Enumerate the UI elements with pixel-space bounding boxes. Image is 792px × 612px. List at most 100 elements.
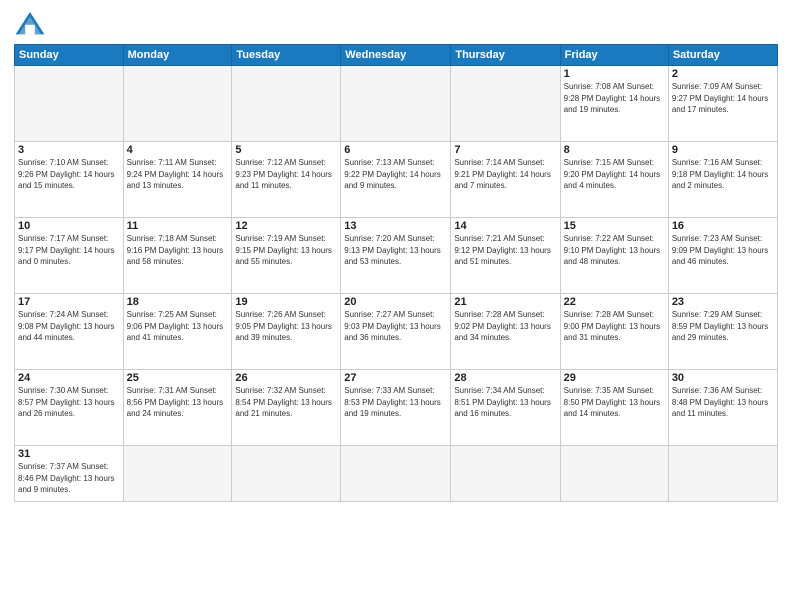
calendar-cell — [451, 66, 560, 142]
day-number: 9 — [672, 144, 774, 156]
calendar-cell — [232, 446, 341, 502]
day-number: 15 — [564, 220, 665, 232]
day-number: 3 — [18, 144, 120, 156]
weekday-header-friday: Friday — [560, 45, 668, 66]
day-info: Sunrise: 7:19 AM Sunset: 9:15 PM Dayligh… — [235, 233, 337, 268]
calendar-cell: 12Sunrise: 7:19 AM Sunset: 9:15 PM Dayli… — [232, 218, 341, 294]
day-info: Sunrise: 7:12 AM Sunset: 9:23 PM Dayligh… — [235, 157, 337, 192]
calendar-cell: 9Sunrise: 7:16 AM Sunset: 9:18 PM Daylig… — [668, 142, 777, 218]
logo-icon — [14, 10, 46, 38]
week-row-5: 31Sunrise: 7:37 AM Sunset: 8:46 PM Dayli… — [15, 446, 778, 502]
day-info: Sunrise: 7:08 AM Sunset: 9:28 PM Dayligh… — [564, 81, 665, 116]
day-info: Sunrise: 7:22 AM Sunset: 9:10 PM Dayligh… — [564, 233, 665, 268]
day-info: Sunrise: 7:37 AM Sunset: 8:46 PM Dayligh… — [18, 461, 120, 496]
day-info: Sunrise: 7:25 AM Sunset: 9:06 PM Dayligh… — [127, 309, 229, 344]
calendar-cell: 24Sunrise: 7:30 AM Sunset: 8:57 PM Dayli… — [15, 370, 124, 446]
week-row-1: 3Sunrise: 7:10 AM Sunset: 9:26 PM Daylig… — [15, 142, 778, 218]
weekday-header-sunday: Sunday — [15, 45, 124, 66]
day-info: Sunrise: 7:20 AM Sunset: 9:13 PM Dayligh… — [344, 233, 447, 268]
calendar-cell: 28Sunrise: 7:34 AM Sunset: 8:51 PM Dayli… — [451, 370, 560, 446]
day-number: 23 — [672, 296, 774, 308]
day-info: Sunrise: 7:16 AM Sunset: 9:18 PM Dayligh… — [672, 157, 774, 192]
calendar-cell: 31Sunrise: 7:37 AM Sunset: 8:46 PM Dayli… — [15, 446, 124, 502]
day-number: 24 — [18, 372, 120, 384]
calendar-cell: 23Sunrise: 7:29 AM Sunset: 8:59 PM Dayli… — [668, 294, 777, 370]
day-info: Sunrise: 7:28 AM Sunset: 9:02 PM Dayligh… — [454, 309, 556, 344]
calendar-cell: 26Sunrise: 7:32 AM Sunset: 8:54 PM Dayli… — [232, 370, 341, 446]
calendar-cell: 27Sunrise: 7:33 AM Sunset: 8:53 PM Dayli… — [341, 370, 451, 446]
day-number: 1 — [564, 68, 665, 80]
day-info: Sunrise: 7:34 AM Sunset: 8:51 PM Dayligh… — [454, 385, 556, 420]
day-number: 18 — [127, 296, 229, 308]
day-info: Sunrise: 7:14 AM Sunset: 9:21 PM Dayligh… — [454, 157, 556, 192]
day-info: Sunrise: 7:30 AM Sunset: 8:57 PM Dayligh… — [18, 385, 120, 420]
day-info: Sunrise: 7:32 AM Sunset: 8:54 PM Dayligh… — [235, 385, 337, 420]
calendar-cell — [341, 66, 451, 142]
weekday-header-row: SundayMondayTuesdayWednesdayThursdayFrid… — [15, 45, 778, 66]
day-number: 30 — [672, 372, 774, 384]
day-info: Sunrise: 7:21 AM Sunset: 9:12 PM Dayligh… — [454, 233, 556, 268]
calendar-cell: 3Sunrise: 7:10 AM Sunset: 9:26 PM Daylig… — [15, 142, 124, 218]
day-info: Sunrise: 7:29 AM Sunset: 8:59 PM Dayligh… — [672, 309, 774, 344]
day-number: 6 — [344, 144, 447, 156]
calendar-cell — [560, 446, 668, 502]
day-info: Sunrise: 7:24 AM Sunset: 9:08 PM Dayligh… — [18, 309, 120, 344]
week-row-0: 1Sunrise: 7:08 AM Sunset: 9:28 PM Daylig… — [15, 66, 778, 142]
day-info: Sunrise: 7:36 AM Sunset: 8:48 PM Dayligh… — [672, 385, 774, 420]
day-info: Sunrise: 7:15 AM Sunset: 9:20 PM Dayligh… — [564, 157, 665, 192]
day-number: 5 — [235, 144, 337, 156]
day-number: 26 — [235, 372, 337, 384]
calendar-cell — [232, 66, 341, 142]
calendar-cell: 16Sunrise: 7:23 AM Sunset: 9:09 PM Dayli… — [668, 218, 777, 294]
page: SundayMondayTuesdayWednesdayThursdayFrid… — [0, 0, 792, 612]
day-info: Sunrise: 7:27 AM Sunset: 9:03 PM Dayligh… — [344, 309, 447, 344]
calendar-cell: 20Sunrise: 7:27 AM Sunset: 9:03 PM Dayli… — [341, 294, 451, 370]
day-number: 25 — [127, 372, 229, 384]
calendar-cell: 4Sunrise: 7:11 AM Sunset: 9:24 PM Daylig… — [123, 142, 232, 218]
calendar-cell: 30Sunrise: 7:36 AM Sunset: 8:48 PM Dayli… — [668, 370, 777, 446]
day-info: Sunrise: 7:31 AM Sunset: 8:56 PM Dayligh… — [127, 385, 229, 420]
calendar-cell: 15Sunrise: 7:22 AM Sunset: 9:10 PM Dayli… — [560, 218, 668, 294]
week-row-3: 17Sunrise: 7:24 AM Sunset: 9:08 PM Dayli… — [15, 294, 778, 370]
day-number: 19 — [235, 296, 337, 308]
weekday-header-thursday: Thursday — [451, 45, 560, 66]
calendar-cell: 8Sunrise: 7:15 AM Sunset: 9:20 PM Daylig… — [560, 142, 668, 218]
day-number: 4 — [127, 144, 229, 156]
day-number: 20 — [344, 296, 447, 308]
day-number: 17 — [18, 296, 120, 308]
day-number: 8 — [564, 144, 665, 156]
calendar-cell — [123, 66, 232, 142]
calendar-cell — [451, 446, 560, 502]
day-info: Sunrise: 7:18 AM Sunset: 9:16 PM Dayligh… — [127, 233, 229, 268]
calendar-cell: 7Sunrise: 7:14 AM Sunset: 9:21 PM Daylig… — [451, 142, 560, 218]
calendar-cell: 5Sunrise: 7:12 AM Sunset: 9:23 PM Daylig… — [232, 142, 341, 218]
calendar-cell — [123, 446, 232, 502]
day-info: Sunrise: 7:09 AM Sunset: 9:27 PM Dayligh… — [672, 81, 774, 116]
calendar-cell: 6Sunrise: 7:13 AM Sunset: 9:22 PM Daylig… — [341, 142, 451, 218]
calendar-cell: 2Sunrise: 7:09 AM Sunset: 9:27 PM Daylig… — [668, 66, 777, 142]
day-number: 2 — [672, 68, 774, 80]
day-info: Sunrise: 7:23 AM Sunset: 9:09 PM Dayligh… — [672, 233, 774, 268]
calendar-cell: 19Sunrise: 7:26 AM Sunset: 9:05 PM Dayli… — [232, 294, 341, 370]
calendar-cell: 10Sunrise: 7:17 AM Sunset: 9:17 PM Dayli… — [15, 218, 124, 294]
day-number: 16 — [672, 220, 774, 232]
day-number: 11 — [127, 220, 229, 232]
day-number: 22 — [564, 296, 665, 308]
day-number: 31 — [18, 448, 120, 460]
day-number: 21 — [454, 296, 556, 308]
weekday-header-monday: Monday — [123, 45, 232, 66]
header-area — [14, 10, 778, 38]
calendar-cell: 11Sunrise: 7:18 AM Sunset: 9:16 PM Dayli… — [123, 218, 232, 294]
week-row-4: 24Sunrise: 7:30 AM Sunset: 8:57 PM Dayli… — [15, 370, 778, 446]
day-number: 10 — [18, 220, 120, 232]
calendar-cell: 13Sunrise: 7:20 AM Sunset: 9:13 PM Dayli… — [341, 218, 451, 294]
day-number: 27 — [344, 372, 447, 384]
day-info: Sunrise: 7:13 AM Sunset: 9:22 PM Dayligh… — [344, 157, 447, 192]
day-number: 29 — [564, 372, 665, 384]
calendar-cell: 18Sunrise: 7:25 AM Sunset: 9:06 PM Dayli… — [123, 294, 232, 370]
calendar-cell: 29Sunrise: 7:35 AM Sunset: 8:50 PM Dayli… — [560, 370, 668, 446]
calendar-cell: 14Sunrise: 7:21 AM Sunset: 9:12 PM Dayli… — [451, 218, 560, 294]
day-info: Sunrise: 7:11 AM Sunset: 9:24 PM Dayligh… — [127, 157, 229, 192]
weekday-header-wednesday: Wednesday — [341, 45, 451, 66]
weekday-header-saturday: Saturday — [668, 45, 777, 66]
